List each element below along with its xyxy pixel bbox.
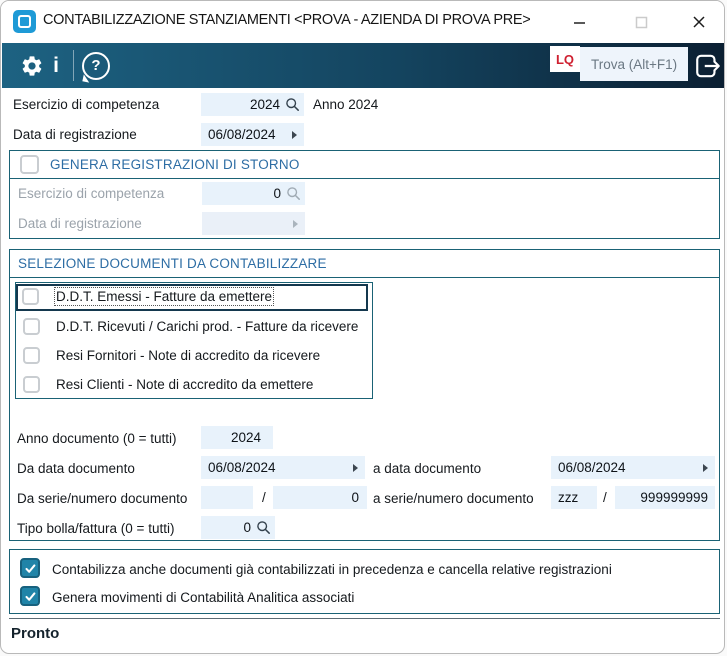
a-data-label: a data documento [373, 461, 482, 476]
date-dropdown-icon[interactable] [353, 464, 358, 472]
data-registrazione-field[interactable]: 06/08/2024 [201, 123, 304, 146]
doc-row-resi-clienti[interactable]: Resi Clienti - Note di accredito da emet… [18, 372, 368, 399]
contabilizza-anche-label: Contabilizza anche documenti già contabi… [52, 562, 612, 577]
minimize-button[interactable] [563, 9, 595, 35]
close-icon [693, 16, 705, 28]
esercizio-field[interactable]: 2024 [201, 93, 304, 116]
a-data-field[interactable]: 06/08/2024 [551, 456, 715, 479]
toolbar-divider [73, 50, 74, 81]
gear-icon [22, 55, 42, 76]
tipo-bolla-label: Tipo bolla/fattura (0 = tutti) [17, 521, 175, 536]
exit-button[interactable] [692, 43, 724, 88]
da-serie-field[interactable] [201, 486, 253, 509]
options-box: Contabilizza anche documenti già contabi… [9, 549, 720, 614]
ddt-emessi-checkbox[interactable] [22, 288, 39, 305]
info-button[interactable]: i [46, 43, 66, 88]
contabilizza-anche-checkbox[interactable] [20, 558, 40, 578]
settings-button[interactable] [17, 43, 47, 88]
resi-fornitori-checkbox[interactable] [23, 347, 40, 364]
storno-title: GENERA REGISTRAZIONI DI STORNO [50, 157, 300, 172]
anno-note: Anno 2024 [313, 97, 379, 112]
selezione-header: SELEZIONE DOCUMENTI DA CONTABILIZZARE [10, 250, 719, 278]
storno-data-label: Data di registrazione [18, 216, 142, 231]
da-data-field[interactable]: 06/08/2024 [201, 456, 365, 479]
status-message: Pronto [11, 625, 60, 642]
maximize-icon [635, 16, 647, 28]
statusbar-divider [9, 618, 720, 619]
document-type-list: D.D.T. Emessi - Fatture da emettere D.D.… [15, 282, 373, 399]
titlebar: CONTABILIZZAZIONE STANZIAMENTI <PROVA - … [1, 1, 724, 42]
storno-checkbox[interactable] [20, 155, 39, 174]
search-input[interactable] [580, 47, 688, 81]
toolbar: i ? LQ [2, 43, 724, 88]
help-button[interactable]: ? [82, 43, 110, 88]
genera-movimenti-checkbox[interactable] [20, 586, 40, 606]
search-lookup-icon [286, 186, 301, 201]
date-dropdown-icon[interactable] [703, 464, 708, 472]
da-serie-label: Da serie/numero documento [17, 491, 188, 506]
doc-row-ddt-ricevuti[interactable]: D.D.T. Ricevuti / Carichi prod. - Fattur… [18, 314, 368, 341]
lq-badge: LQ [550, 46, 580, 72]
date-dropdown-icon[interactable] [292, 131, 297, 139]
app-logo-icon [13, 10, 36, 33]
window-title: CONTABILIZZAZIONE STANZIAMENTI <PROVA - … [43, 12, 531, 28]
storno-header: GENERA REGISTRAZIONI DI STORNO [10, 151, 719, 179]
data-registrazione-label: Data di registrazione [13, 127, 137, 142]
storno-groupbox: GENERA REGISTRAZIONI DI STORNO Esercizio… [9, 150, 720, 239]
serie-separator: / [262, 490, 266, 505]
storno-data-field [202, 212, 305, 235]
anno-documento-field[interactable]: 2024 [201, 426, 273, 449]
date-dropdown-icon [293, 220, 298, 228]
resi-clienti-checkbox[interactable] [23, 376, 40, 393]
a-serie-label: a serie/numero documento [373, 491, 534, 506]
search-lookup-icon[interactable] [285, 97, 300, 112]
a-serie-field[interactable]: zzz [551, 486, 597, 509]
check-icon [24, 591, 35, 601]
check-icon [24, 563, 35, 573]
maximize-button[interactable] [625, 9, 657, 35]
storno-esercizio-field[interactable]: 0 [202, 182, 305, 205]
genera-movimenti-label: Genera movimenti di Contabilità Analitic… [52, 590, 355, 605]
search-lookup-icon[interactable] [256, 520, 271, 535]
ddt-ricevuti-checkbox[interactable] [23, 318, 40, 335]
minimize-icon [573, 21, 585, 24]
app-window: CONTABILIZZAZIONE STANZIAMENTI <PROVA - … [0, 0, 725, 654]
da-numero-field[interactable]: 0 [273, 486, 367, 509]
esercizio-label: Esercizio di competenza [13, 97, 160, 112]
storno-esercizio-label: Esercizio di competenza [18, 186, 165, 201]
tipo-bolla-field[interactable]: 0 [201, 516, 275, 539]
da-data-label: Da data documento [17, 461, 135, 476]
a-numero-field[interactable]: 999999999 [615, 486, 715, 509]
help-icon: ? [82, 51, 110, 83]
info-icon: i [53, 53, 59, 77]
selezione-title: SELEZIONE DOCUMENTI DA CONTABILIZZARE [18, 256, 327, 271]
anno-documento-label: Anno documento (0 = tutti) [17, 431, 177, 446]
serie-separator: / [603, 490, 607, 505]
exit-arrow-icon [696, 54, 720, 77]
doc-row-ddt-emessi[interactable]: D.D.T. Emessi - Fatture da emettere [16, 284, 368, 311]
close-button[interactable] [683, 9, 715, 35]
doc-row-resi-fornitori[interactable]: Resi Fornitori - Note di accredito da ri… [18, 343, 368, 370]
